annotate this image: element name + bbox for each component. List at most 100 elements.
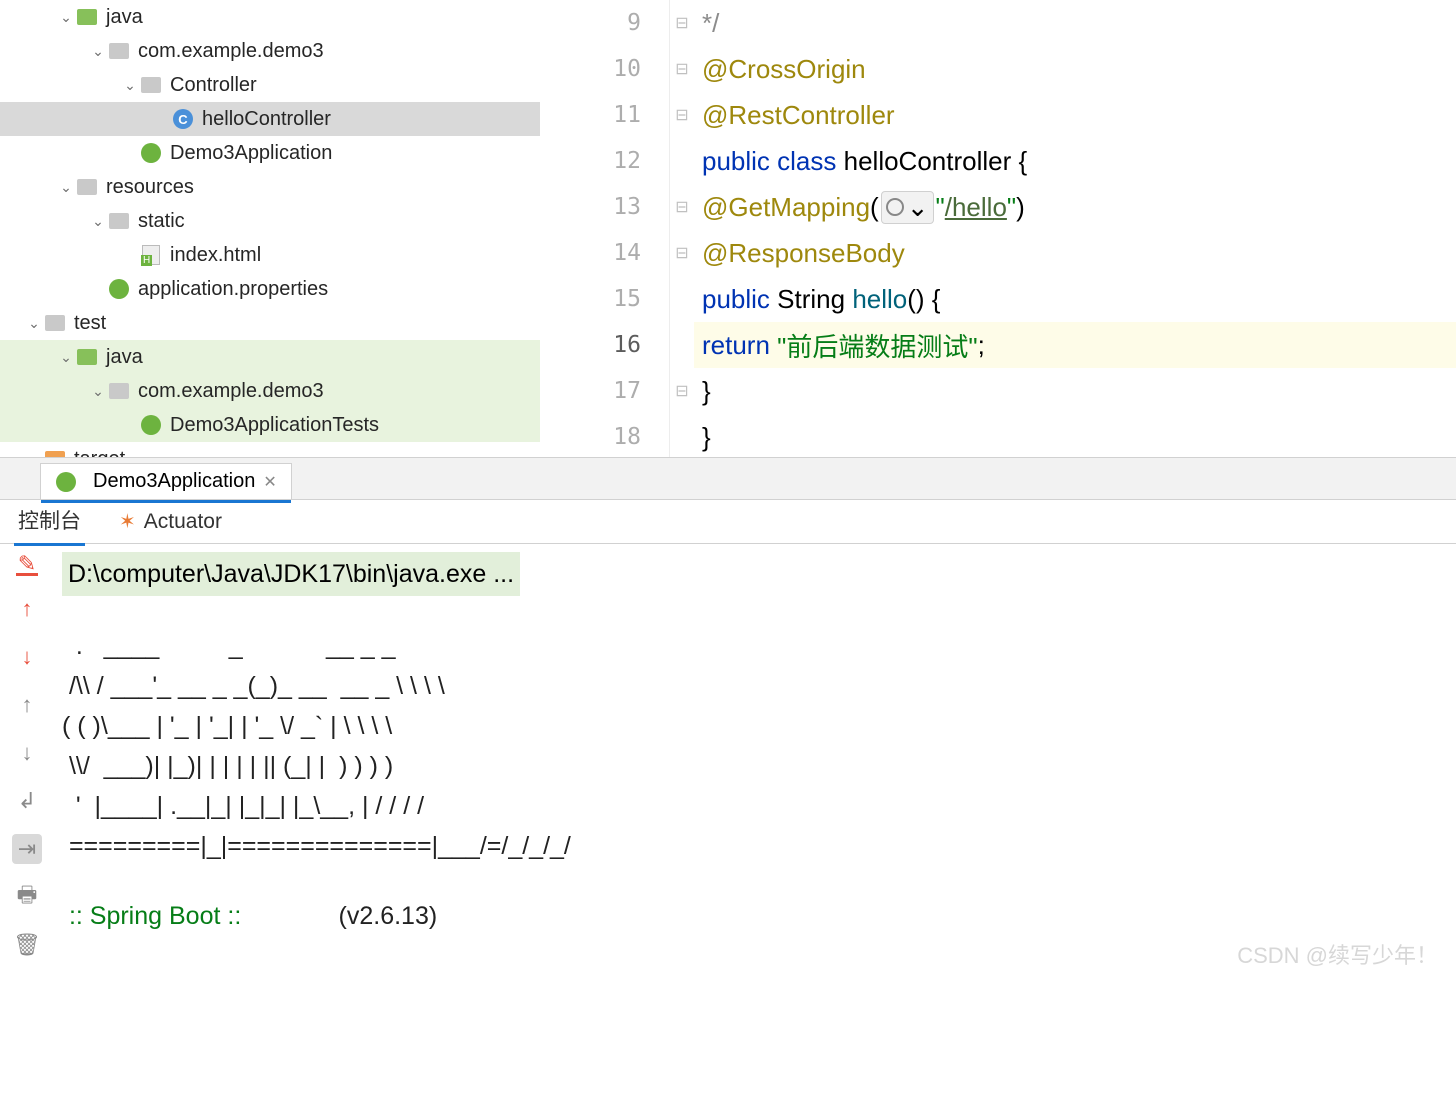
code-text: } xyxy=(702,422,711,453)
run-tabs: Demo3Application ✕ xyxy=(0,458,1456,500)
chevron-down-icon: ⌄ xyxy=(56,9,76,26)
html-icon xyxy=(140,244,162,266)
spring-icon xyxy=(140,414,162,436)
tree-label: Demo3ApplicationTests xyxy=(170,414,379,437)
tree-item-package[interactable]: ⌄ com.example.demo3 xyxy=(0,34,540,68)
watermark: CSDN @续写少年！ xyxy=(1237,938,1438,970)
subtab-label: Actuator xyxy=(144,510,222,534)
url-link[interactable]: /hello xyxy=(945,192,1007,222)
code-text: @RestController xyxy=(702,100,895,131)
class-icon: C xyxy=(172,108,194,130)
code-text: @GetMapping xyxy=(702,192,870,223)
console-output[interactable]: D:\computer\Java\JDK17\bin\java.exe ... … xyxy=(54,544,1456,1110)
delete-icon[interactable]: 🗑 xyxy=(12,930,42,960)
run-tab-demo3[interactable]: Demo3Application ✕ xyxy=(40,463,292,499)
console-toolbar: ✎ ↑ ↓ ↑ ↓ ↲ ⇥ 🖶 🗑 xyxy=(0,544,54,1110)
globe-icon xyxy=(886,198,904,216)
folder-icon xyxy=(108,380,130,402)
folder-icon xyxy=(76,176,98,198)
command-line: D:\computer\Java\JDK17\bin\java.exe ... xyxy=(62,552,520,596)
line-number: 14 xyxy=(540,230,669,276)
subtab-actuator[interactable]: ✶ Actuator xyxy=(115,501,226,542)
highlight-icon[interactable]: ✎ xyxy=(16,554,38,576)
line-number: 9 xyxy=(540,0,669,46)
line-number: 10 xyxy=(540,46,669,92)
tree-item-target[interactable]: › target xyxy=(0,442,540,457)
code-text: public xyxy=(702,284,777,315)
code-text: @CrossOrigin xyxy=(702,54,866,85)
arrow-up-icon[interactable]: ↑ xyxy=(12,594,42,624)
fold-icon[interactable]: ⊟ xyxy=(670,46,694,92)
tree-label: com.example.demo3 xyxy=(138,40,324,63)
project-tree[interactable]: ⌄ java ⌄ com.example.demo3 ⌄ Controller … xyxy=(0,0,540,457)
subtab-label: 控制台 xyxy=(18,505,81,535)
code-text: public xyxy=(702,146,777,177)
line-number: 12 xyxy=(540,138,669,184)
spring-boot-label: :: Spring Boot :: xyxy=(62,902,248,930)
tree-label: resources xyxy=(106,176,194,199)
tree-label: Demo3Application xyxy=(170,142,332,165)
folder-icon xyxy=(44,448,66,457)
subtab-console[interactable]: 控制台 xyxy=(14,497,85,546)
print-icon[interactable]: 🖶 xyxy=(12,882,42,912)
arrow-down-gray-icon[interactable]: ↓ xyxy=(12,738,42,768)
code-text: String xyxy=(777,284,852,315)
tree-label: test xyxy=(74,312,106,335)
tree-label: application.properties xyxy=(138,278,328,301)
console-subtabs: 控制台 ✶ Actuator xyxy=(0,500,1456,544)
tree-item-app-props[interactable]: application.properties xyxy=(0,272,540,306)
code-text: class xyxy=(777,146,843,177)
close-icon[interactable]: ✕ xyxy=(263,472,276,492)
tree-item-hello-controller[interactable]: C helloController xyxy=(0,102,540,136)
chevron-down-icon: ⌄ xyxy=(88,383,108,400)
fold-icon[interactable]: ⊟ xyxy=(670,0,694,46)
fold-icon[interactable]: ⊟ xyxy=(670,92,694,138)
code-text: return xyxy=(702,330,777,361)
soft-wrap-icon[interactable]: ↲ xyxy=(12,786,42,816)
tree-label: helloController xyxy=(202,108,331,131)
code-text: ( xyxy=(870,192,879,223)
tree-label: static xyxy=(138,210,185,233)
code-text: ) xyxy=(1016,192,1025,223)
folder-icon xyxy=(108,40,130,62)
url-badge[interactable]: ⌄ xyxy=(881,191,934,224)
actuator-icon: ✶ xyxy=(119,509,136,534)
spring-icon xyxy=(108,278,130,300)
line-number: 15 xyxy=(540,276,669,322)
code-text: ; xyxy=(978,330,985,361)
arrow-down-icon[interactable]: ↓ xyxy=(12,642,42,672)
line-gutter: 9 10 11 12 13 14 15 16 17 18 xyxy=(540,0,670,457)
tree-item-test-java[interactable]: ⌄ java xyxy=(0,340,540,374)
scroll-to-end-icon[interactable]: ⇥ xyxy=(12,834,42,864)
tree-item-demo3-tests[interactable]: Demo3ApplicationTests xyxy=(0,408,540,442)
fold-icon[interactable]: ⊟ xyxy=(670,230,694,276)
tree-item-test[interactable]: ⌄ test xyxy=(0,306,540,340)
fold-icon[interactable]: ⊟ xyxy=(670,368,694,414)
line-number: 16 xyxy=(540,322,669,368)
tree-item-static[interactable]: ⌄ static xyxy=(0,204,540,238)
tree-label: Controller xyxy=(170,74,257,97)
tree-item-test-package[interactable]: ⌄ com.example.demo3 xyxy=(0,374,540,408)
chevron-down-icon: ⌄ xyxy=(88,43,108,60)
code-editor[interactable]: 9 10 11 12 13 14 15 16 17 18 ⊟ ⊟ ⊟ ⊟ ⊟ ⊟… xyxy=(540,0,1456,457)
tree-item-resources[interactable]: ⌄ resources xyxy=(0,170,540,204)
line-number: 17 xyxy=(540,368,669,414)
line-number: 18 xyxy=(540,414,669,460)
code-text: */ xyxy=(702,8,719,39)
chevron-down-icon: ⌄ xyxy=(88,213,108,230)
arrow-up-gray-icon[interactable]: ↑ xyxy=(12,690,42,720)
code-text: } xyxy=(702,376,711,407)
tree-item-java[interactable]: ⌄ java xyxy=(0,0,540,34)
folder-icon xyxy=(44,312,66,334)
tree-item-demo3-app[interactable]: Demo3Application xyxy=(0,136,540,170)
run-panel: Demo3Application ✕ 控制台 ✶ Actuator ✎ ↑ ↓ … xyxy=(0,458,1456,1110)
spring-version: (v2.6.13) xyxy=(248,902,437,930)
tree-label: com.example.demo3 xyxy=(138,380,324,403)
code-content[interactable]: */ @CrossOrigin @RestController public c… xyxy=(694,0,1456,457)
tree-label: java xyxy=(106,346,143,369)
tree-item-controller-folder[interactable]: ⌄ Controller xyxy=(0,68,540,102)
fold-icon[interactable]: ⊟ xyxy=(670,184,694,230)
tree-label: index.html xyxy=(170,244,261,267)
line-number: 11 xyxy=(540,92,669,138)
tree-item-index-html[interactable]: index.html xyxy=(0,238,540,272)
